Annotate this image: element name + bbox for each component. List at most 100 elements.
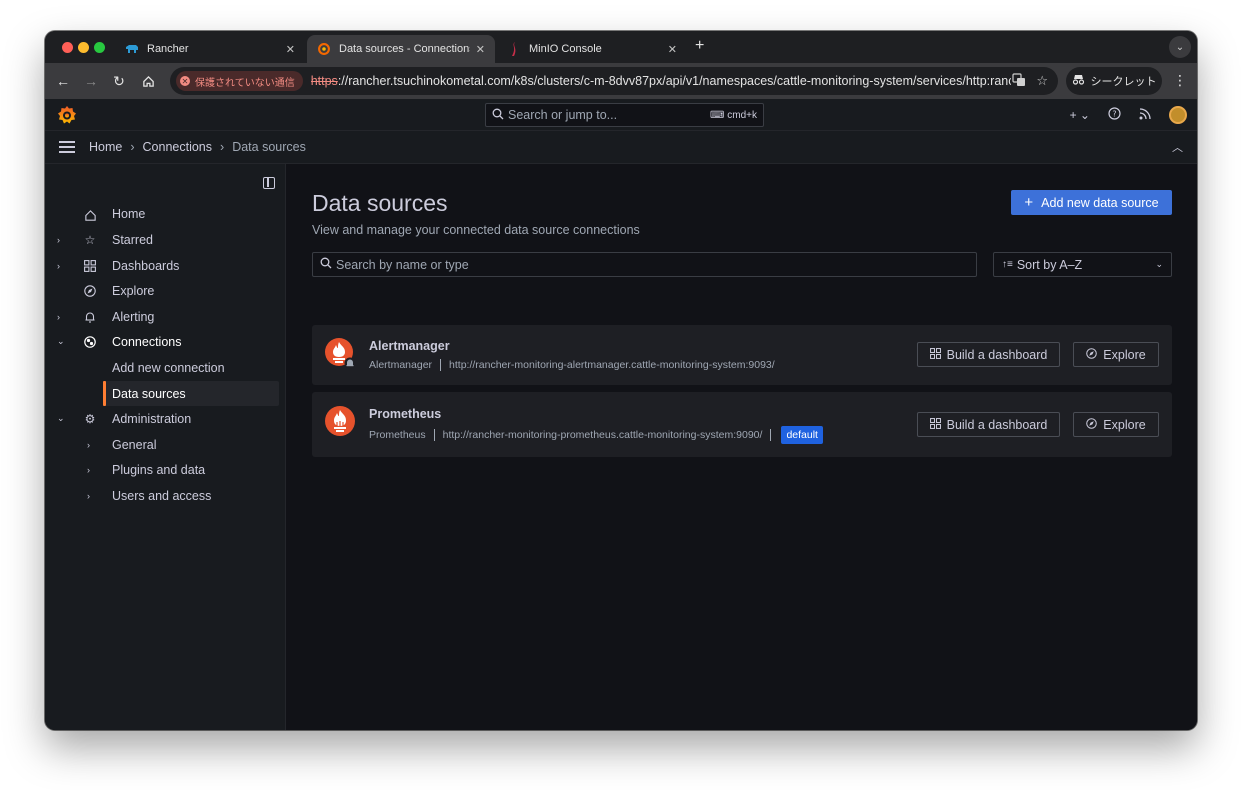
sidebar-item-users-and-access[interactable]: › Users and access (45, 483, 279, 508)
search-icon (492, 108, 504, 123)
tab-data-sources[interactable]: Data sources - Connections - ✕ (307, 35, 495, 63)
sidebar-item-plugins-and-data[interactable]: › Plugins and data (45, 457, 279, 482)
divider (440, 359, 442, 371)
chevron-up-icon[interactable]: ︿ (1172, 139, 1183, 155)
chevron-right-icon[interactable]: › (87, 465, 90, 475)
sidebar-item-label: Connections (112, 334, 182, 349)
url-text[interactable]: https://rancher.tsuchinokometal.com/k8s/… (311, 74, 1011, 88)
main-content: Data sources View and manage your connec… (286, 164, 1197, 730)
breadcrumb: Home › Connections › Data sources (89, 140, 306, 154)
keyboard-icon: ⌨ (710, 109, 728, 121)
explore-button[interactable]: Explore (1073, 412, 1159, 437)
data-source-search-input[interactable]: Search by name or type (312, 252, 977, 277)
chevron-down-icon[interactable]: ⌄ (57, 413, 65, 424)
sidebar-item-label: Alerting (112, 309, 155, 324)
page-subtitle: View and manage your connected data sour… (312, 223, 640, 237)
rancher-favicon-icon (125, 42, 139, 56)
sort-select[interactable]: ↑≡ Sort by A–Z ⌄ (993, 252, 1172, 277)
sidebar-item-connections[interactable]: ⌄ Connections (45, 329, 279, 354)
breadcrumb-connections[interactable]: Connections (143, 140, 213, 154)
user-avatar[interactable] (1169, 106, 1187, 124)
sidebar-item-explore[interactable]: Explore (45, 278, 279, 303)
data-source-url: http://rancher-monitoring-alertmanager.c… (449, 359, 775, 371)
browser-window: Rancher ✕ Data sources - Connections - ✕… (45, 31, 1197, 730)
sidebar-item-alerting[interactable]: › Alerting (45, 304, 279, 329)
address-bar[interactable]: ✕ 保護されていない通信 https://rancher.tsuchinokom… (170, 67, 1058, 95)
url-scheme: https (310, 74, 338, 88)
data-source-card-alertmanager[interactable]: Alertmanager Alertmanager http://rancher… (312, 325, 1172, 385)
apps-grid-icon (83, 259, 97, 273)
sidebar-item-starred[interactable]: › ☆ Starred (45, 227, 279, 252)
chevron-right-icon[interactable]: › (57, 261, 60, 271)
minimize-window-button[interactable] (78, 42, 89, 53)
sidebar-item-home[interactable]: Home (45, 202, 279, 227)
incognito-indicator[interactable]: シークレット (1066, 67, 1162, 95)
incognito-label: シークレット (1090, 76, 1157, 88)
sidebar-item-general[interactable]: › General (45, 432, 279, 457)
home-icon[interactable] (139, 72, 157, 90)
warning-icon: ✕ (180, 76, 190, 86)
tab-close-icon[interactable]: ✕ (476, 43, 485, 56)
chevron-down-icon[interactable]: ⌄ (57, 336, 65, 347)
help-icon[interactable]: ? (1108, 107, 1121, 123)
plus-icon: + (1024, 194, 1034, 211)
add-new-data-source-button[interactable]: + Add new data source (1011, 190, 1172, 215)
tab-rancher[interactable]: Rancher ✕ (115, 35, 305, 63)
divider (433, 429, 435, 441)
build-dashboard-button[interactable]: Build a dashboard (917, 342, 1060, 367)
tab-close-icon[interactable]: ✕ (668, 43, 677, 56)
forward-arrow-icon[interactable]: → (82, 72, 100, 90)
data-source-card-prometheus[interactable]: Prometheus Prometheus http://rancher-mon… (312, 392, 1172, 457)
apps-grid-icon (929, 347, 941, 362)
close-window-button[interactable] (62, 42, 73, 53)
connections-icon (83, 335, 97, 349)
incognito-icon (1072, 74, 1085, 88)
sidebar-item-dashboards[interactable]: › Dashboards (45, 253, 279, 278)
data-source-name[interactable]: Alertmanager (369, 339, 450, 353)
chevron-right-icon[interactable]: › (57, 312, 60, 322)
build-dashboard-button[interactable]: Build a dashboard (917, 412, 1060, 437)
apps-grid-icon (929, 417, 941, 432)
dock-menu-icon[interactable] (263, 177, 275, 189)
back-arrow-icon[interactable]: ← (54, 72, 72, 90)
sidebar-item-label: Users and access (112, 488, 212, 503)
chevron-right-icon[interactable]: › (87, 491, 90, 501)
gear-icon: ⚙ (84, 411, 96, 426)
sidebar-nav: Home › ☆ Starred › Dashboards Explore › (45, 164, 286, 730)
grafana-favicon-icon (317, 42, 331, 56)
tab-minio-console[interactable]: MinIO Console ✕ (497, 35, 687, 63)
bookmark-star-icon[interactable]: ☆ (1036, 73, 1048, 89)
grafana-logo-icon[interactable] (57, 105, 77, 125)
prometheus-logo-icon (324, 405, 356, 437)
reload-icon[interactable]: ↻ (110, 72, 128, 90)
menu-hamburger-icon[interactable] (59, 141, 75, 153)
breadcrumb-home[interactable]: Home (89, 140, 122, 154)
sidebar-item-data-sources[interactable]: Data sources (103, 381, 279, 406)
tab-strip: Rancher ✕ Data sources - Connections - ✕… (45, 31, 1197, 63)
explore-button[interactable]: Explore (1073, 342, 1159, 367)
new-tab-button[interactable]: + (695, 37, 704, 55)
new-plus-dropdown-icon[interactable]: + ⌄ (1070, 108, 1090, 122)
sidebar-item-add-new-connection[interactable]: Add new connection (45, 355, 279, 380)
news-rss-icon[interactable] (1139, 107, 1151, 123)
tab-search-chevron-icon[interactable]: ⌄ (1169, 36, 1191, 58)
global-search-input[interactable]: Search or jump to... ⌨ cmd+k (485, 103, 764, 127)
svg-text:?: ? (1112, 109, 1116, 118)
tab-close-icon[interactable]: ✕ (286, 43, 295, 56)
insecure-connection-chip[interactable]: ✕ 保護されていない通信 (176, 71, 303, 91)
data-source-url: http://rancher-monitoring-prometheus.cat… (442, 429, 763, 441)
data-source-name[interactable]: Prometheus (369, 407, 441, 421)
active-indicator (103, 381, 106, 406)
browser-menu-icon[interactable]: ⋮ (1173, 72, 1187, 89)
url-rest: ://rancher.tsuchinokometal.com/k8s/clust… (337, 74, 1011, 88)
translate-icon[interactable] (1012, 73, 1026, 90)
search-placeholder: Search or jump to... (508, 108, 618, 122)
sidebar-item-administration[interactable]: ⌄ ⚙ Administration (45, 406, 279, 431)
divider (770, 429, 772, 441)
maximize-window-button[interactable] (94, 42, 105, 53)
page-title: Data sources (312, 190, 448, 216)
browser-toolbar: ← → ↻ ✕ 保護されていない通信 https://rancher.tsuch… (45, 63, 1197, 99)
chevron-right-icon[interactable]: › (87, 440, 90, 450)
sidebar-item-label: Add new connection (112, 360, 225, 375)
chevron-right-icon[interactable]: › (57, 235, 60, 245)
